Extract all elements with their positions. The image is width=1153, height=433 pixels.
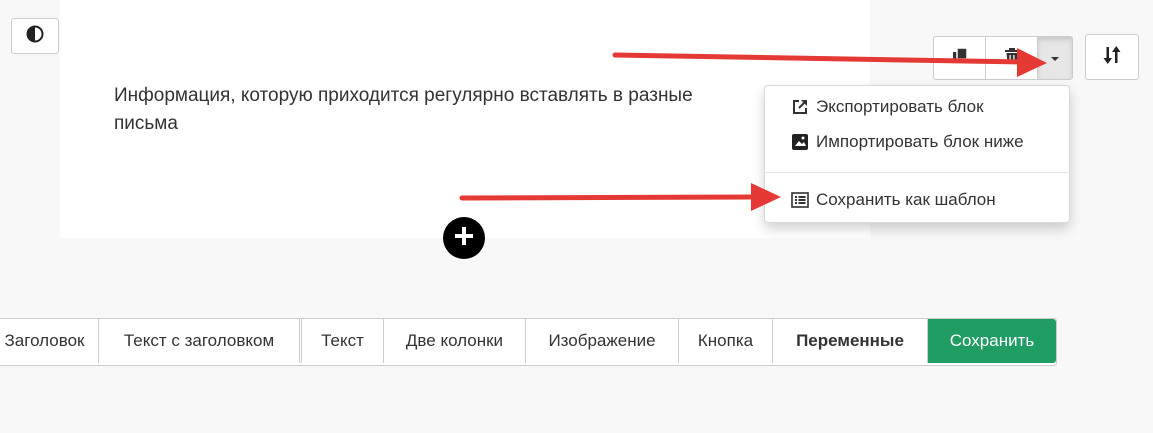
block-actions-dropdown: Экспортировать блок Импортировать блок н… [764, 85, 1070, 223]
caret-down-icon [1050, 49, 1060, 67]
toolbar-variables-button[interactable]: Переменные [773, 319, 928, 363]
import-block-item[interactable]: Импортировать блок ниже [765, 127, 1069, 157]
export-block-label: Экспортировать блок [816, 97, 984, 116]
toolbar-text-button[interactable]: Текст [302, 319, 384, 363]
toolbar-image-button[interactable]: Изображение [526, 319, 679, 363]
block-text-line-2: письма [114, 113, 178, 134]
export-block-item[interactable]: Экспортировать блок [765, 92, 1069, 122]
image-icon [790, 133, 810, 151]
external-link-icon [790, 98, 810, 116]
toolbar-heading-button[interactable]: Заголовок [0, 319, 99, 363]
trash-icon [1003, 47, 1021, 70]
block-text[interactable]: Информация, которую приходится регулярно… [114, 82, 774, 138]
dropdown-divider [765, 172, 1069, 173]
block-toolbar: Заголовок Текст с заголовком Текст Две к… [0, 318, 1057, 366]
reorder-button[interactable] [1085, 34, 1139, 80]
toolbar-save-button[interactable]: Сохранить [928, 319, 1056, 363]
list-icon [790, 191, 810, 209]
plus-circle-icon [453, 225, 475, 252]
save-as-template-item[interactable]: Сохранить как шаблон [765, 185, 1069, 215]
contrast-icon [26, 25, 44, 48]
save-as-template-label: Сохранить как шаблон [816, 190, 996, 209]
block-actions-group [933, 36, 1073, 80]
contrast-toggle-button[interactable] [11, 18, 59, 54]
add-block-button[interactable] [443, 217, 485, 259]
block-text-line-1: Информация, которую приходится регулярно… [114, 85, 693, 106]
toolbar-button-button[interactable]: Кнопка [679, 319, 773, 363]
copy-block-button[interactable] [934, 37, 986, 79]
toolbar-two-columns-button[interactable]: Две колонки [384, 319, 526, 363]
import-block-label: Импортировать блок ниже [816, 132, 1024, 151]
toolbar-text-with-heading-button[interactable]: Текст с заголовком [99, 319, 302, 363]
copy-icon [951, 46, 969, 70]
more-actions-toggle[interactable] [1038, 37, 1072, 79]
sort-icon [1103, 45, 1121, 70]
delete-block-button[interactable] [986, 37, 1038, 79]
